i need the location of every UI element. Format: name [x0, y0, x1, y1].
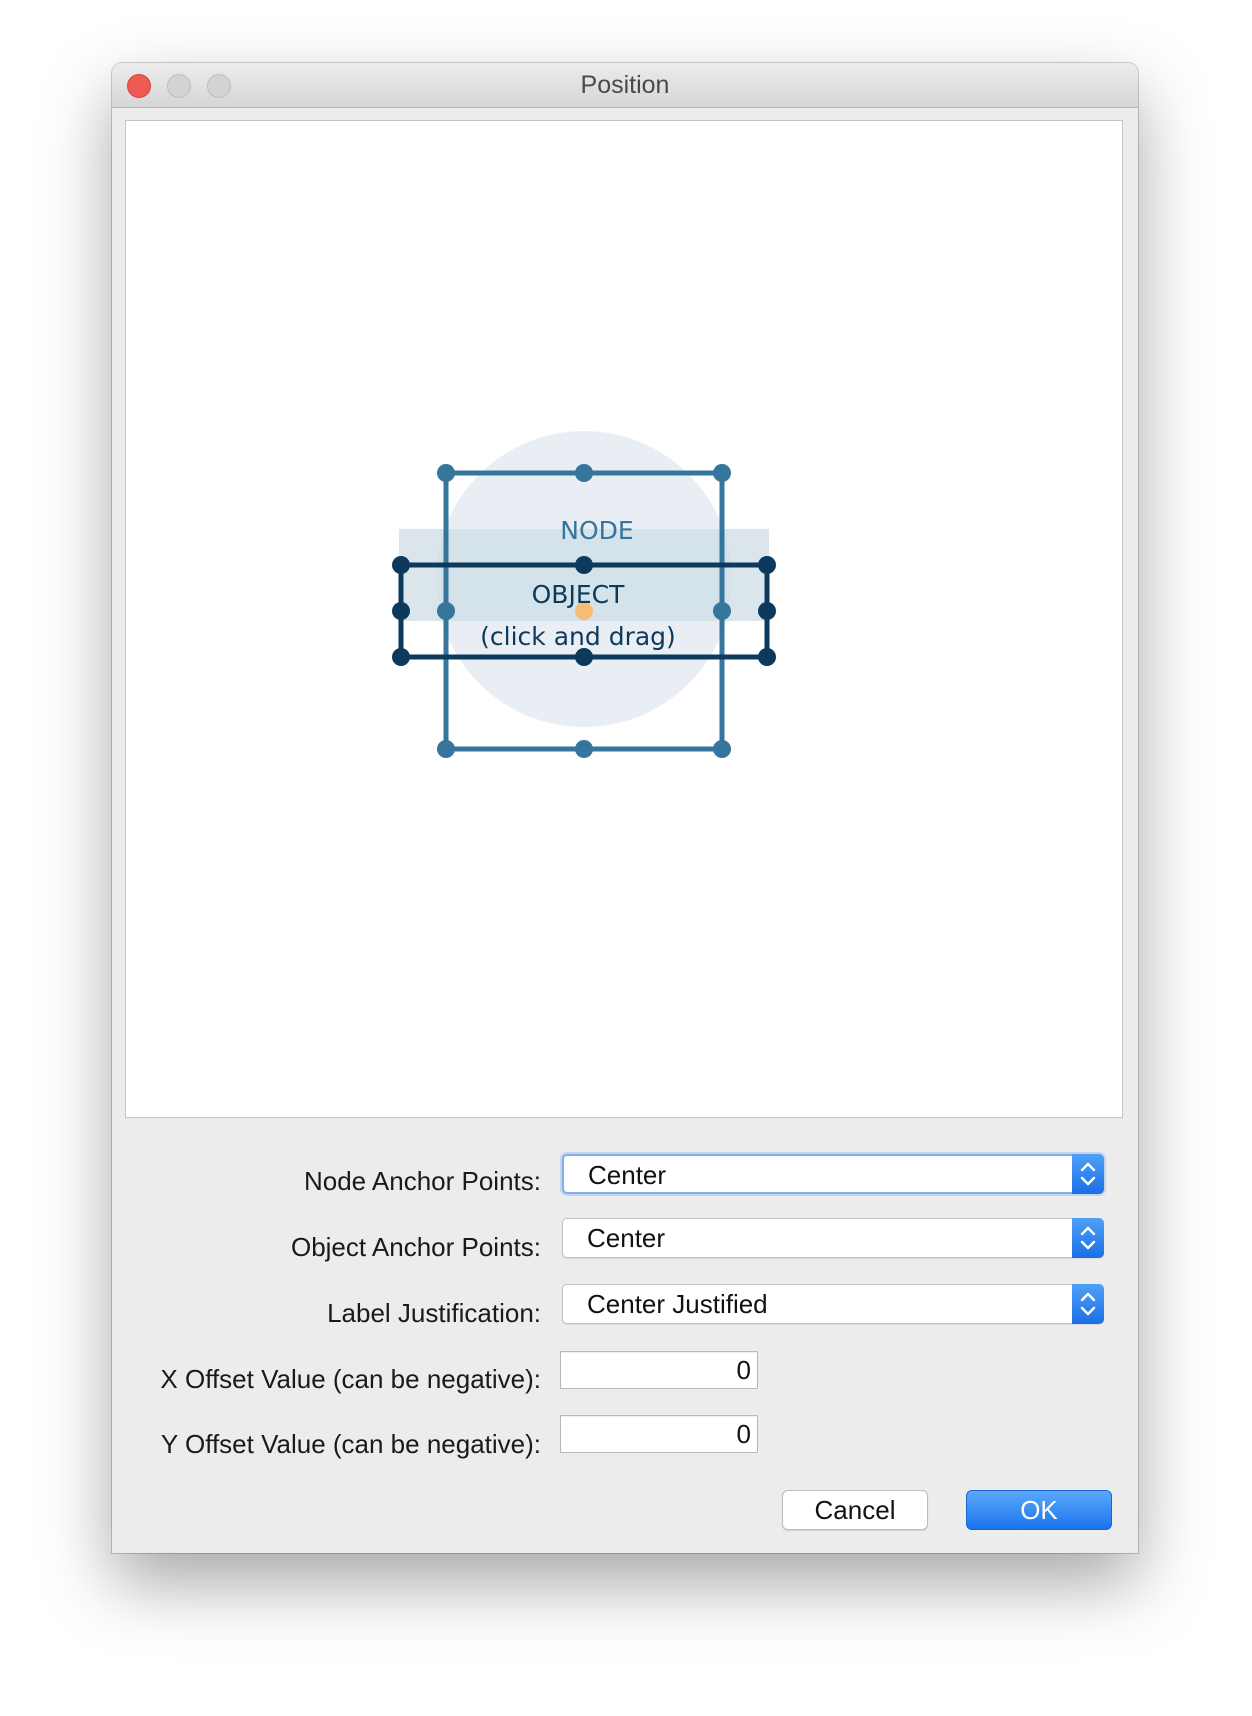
node-handle-top-left[interactable]: [437, 464, 455, 482]
label-justification-stepper[interactable]: [1072, 1284, 1104, 1324]
node-handle-top-right[interactable]: [713, 464, 731, 482]
window-title: Position: [580, 71, 670, 99]
node-handle-bottom-right[interactable]: [713, 740, 731, 758]
up-down-chevron-icon: [1080, 1226, 1096, 1250]
node-handle-bottom-left[interactable]: [437, 740, 455, 758]
object-handle-right[interactable]: [758, 602, 776, 620]
label-justification-select[interactable]: Center Justified: [562, 1284, 1104, 1324]
object-handle-left[interactable]: [392, 602, 410, 620]
position-dialog: Position NODE OBJECT (click and drag) No…: [112, 63, 1138, 1553]
node-handle-right[interactable]: [713, 602, 731, 620]
title-bar[interactable]: Position: [112, 63, 1138, 108]
ok-button[interactable]: OK: [966, 1490, 1112, 1530]
label-justification-label: Label Justification:: [327, 1298, 541, 1328]
x-offset-value: 0: [736, 1355, 751, 1385]
node-anchor-label: Node Anchor Points:: [303, 1166, 541, 1196]
preview-drawing: NODE OBJECT (click and drag): [392, 431, 776, 758]
x-offset-field[interactable]: 0: [560, 1351, 758, 1389]
object-hint-label: (click and drag): [480, 622, 676, 651]
object-anchor-stepper[interactable]: [1072, 1218, 1104, 1258]
node-handle-left[interactable]: [437, 602, 455, 620]
y-offset-label: Y Offset Value (can be negative):: [160, 1429, 541, 1459]
node-handle-top[interactable]: [575, 464, 593, 482]
cancel-button[interactable]: Cancel: [782, 1490, 928, 1530]
object-handle-bottom-right[interactable]: [758, 648, 776, 666]
y-offset-field[interactable]: 0: [560, 1415, 758, 1453]
x-offset-label: X Offset Value (can be negative):: [160, 1364, 541, 1394]
object-anchor-value: Center: [587, 1223, 666, 1253]
up-down-chevron-icon: [1080, 1162, 1096, 1186]
position-preview-canvas[interactable]: NODE OBJECT (click and drag): [125, 120, 1123, 1118]
object-anchor-select[interactable]: Center: [562, 1218, 1104, 1258]
up-down-chevron-icon: [1080, 1292, 1096, 1316]
object-handle-top-right[interactable]: [758, 556, 776, 574]
label-justification-value: Center Justified: [587, 1289, 768, 1319]
object-anchor-label: Object Anchor Points:: [290, 1232, 541, 1262]
y-offset-value: 0: [736, 1419, 751, 1449]
node-anchor-value: Center: [588, 1160, 667, 1190]
object-label: OBJECT: [532, 580, 625, 609]
node-handle-bottom[interactable]: [575, 740, 593, 758]
object-handle-top[interactable]: [575, 556, 593, 574]
object-handle-top-left[interactable]: [392, 556, 410, 574]
node-anchor-select[interactable]: Center: [562, 1154, 1104, 1194]
node-anchor-stepper[interactable]: [1072, 1154, 1104, 1194]
object-handle-bottom-left[interactable]: [392, 648, 410, 666]
node-label: NODE: [560, 516, 633, 545]
